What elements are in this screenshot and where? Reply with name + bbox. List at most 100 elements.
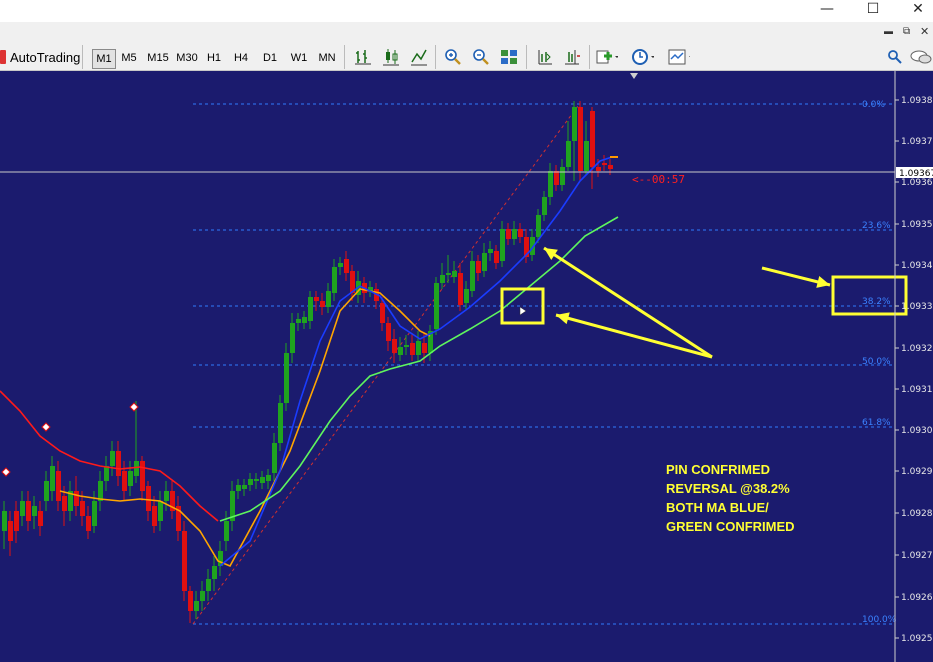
- search-icon[interactable]: [884, 46, 906, 68]
- timeframe-m30[interactable]: M30: [174, 49, 200, 67]
- candle-body: [254, 479, 259, 481]
- candle-body: [278, 403, 283, 443]
- timeframe-m15[interactable]: M15: [145, 49, 171, 67]
- zoom-in-icon[interactable]: [442, 46, 464, 68]
- candle-body: [2, 511, 7, 531]
- zoom-out-icon[interactable]: [470, 46, 492, 68]
- candle-body: [302, 317, 307, 323]
- candle-body: [14, 511, 19, 531]
- candle-body: [32, 506, 37, 516]
- candle-body: [410, 343, 415, 355]
- candle-body: [74, 491, 79, 506]
- candle-body: [446, 273, 451, 275]
- candle-body: [440, 275, 445, 283]
- candle-body: [44, 481, 49, 501]
- candle-body: [488, 249, 493, 253]
- maximize-icon: ☐: [866, 1, 880, 17]
- candle-body: [344, 259, 349, 273]
- price-label: 1.09375: [901, 137, 933, 147]
- signal-marker: [41, 422, 51, 432]
- sub-close-button[interactable]: ✕: [920, 25, 933, 38]
- candle-body: [194, 601, 199, 611]
- cursor-icon: [519, 306, 527, 316]
- candle-body: [416, 341, 421, 355]
- timeframe-d1[interactable]: D1: [260, 49, 280, 67]
- autotrading-button[interactable]: AutoTrading: [0, 47, 80, 67]
- chat-icon[interactable]: [910, 46, 932, 68]
- price-label: 1.09295: [901, 467, 933, 477]
- timeframe-label: M1: [96, 53, 112, 65]
- candle-body: [122, 471, 127, 491]
- candle-body: [236, 485, 241, 491]
- fib-level-label: 23.6%: [862, 221, 891, 231]
- annotation-line: BOTH MA BLUE/: [666, 500, 769, 515]
- close-button[interactable]: ✕: [903, 0, 933, 18]
- candle-body: [494, 251, 499, 263]
- candle-body: [560, 167, 565, 185]
- fib-level-label: 61.8%: [862, 418, 891, 428]
- candle-body: [104, 466, 109, 481]
- candle-body: [206, 579, 211, 591]
- sub-restore-button[interactable]: ⧉: [903, 26, 917, 38]
- periods-clock-icon[interactable]: [632, 46, 654, 68]
- minimize-icon: —: [820, 1, 834, 17]
- timeframe-label: H4: [233, 52, 249, 64]
- toolbar-separator: [435, 45, 436, 69]
- candle-body: [98, 481, 103, 501]
- candle-body: [62, 496, 67, 511]
- price-chart[interactable]: 0.0% 23.6% 38.2% 50.0% 61.8% 100.0% 1.09385 1.…: [0, 71, 933, 662]
- price-label: 1.09315: [901, 385, 933, 395]
- candle-body: [500, 229, 505, 261]
- timeframe-m1[interactable]: M1: [92, 49, 116, 69]
- indicators-icon[interactable]: [596, 46, 618, 68]
- candle-body: [572, 107, 577, 141]
- sub-minimize-button[interactable]: ▬: [884, 26, 898, 38]
- toolbar-separator: [344, 45, 345, 69]
- price-label: 1.09345: [901, 261, 933, 271]
- candlestick-icon[interactable]: [380, 46, 402, 68]
- candle-body: [596, 167, 601, 171]
- toolbar-separator: [526, 45, 527, 69]
- candle-body: [200, 591, 205, 601]
- ma-green-line: [219, 216, 619, 522]
- templates-icon[interactable]: [668, 46, 690, 68]
- candle-body: [242, 485, 247, 489]
- candle-body: [152, 506, 157, 526]
- candle-body: [20, 501, 25, 516]
- candle-body: [536, 215, 541, 237]
- timeframe-h4[interactable]: H4: [231, 49, 251, 67]
- timeframe-m5[interactable]: M5: [118, 49, 140, 67]
- candle-body: [482, 253, 487, 271]
- annotation-arrow-head: [816, 276, 830, 288]
- timeframe-label: M30: [176, 52, 198, 64]
- price-label: 1.09305: [901, 426, 933, 436]
- candle-body: [38, 511, 43, 526]
- candle-body: [188, 591, 193, 611]
- line-chart-icon[interactable]: [408, 46, 430, 68]
- candle-body: [212, 566, 217, 579]
- window-title-bar: — ☐ ✕: [0, 0, 933, 22]
- price-label: 1.09335: [901, 302, 933, 312]
- fib-level-label: 50.0%: [862, 357, 891, 367]
- minimize-button[interactable]: —: [812, 0, 842, 18]
- candle-body: [164, 491, 169, 501]
- bar-chart-icon[interactable]: [352, 46, 374, 68]
- candle-body: [392, 339, 397, 353]
- annotation-arrow: [555, 313, 713, 359]
- timeframe-mn[interactable]: MN: [315, 49, 339, 67]
- signal-marker: [1, 467, 11, 477]
- chart-shift-icon[interactable]: [533, 46, 555, 68]
- candle-body: [458, 273, 463, 305]
- annotation-line: GREEN CONFRIMED: [666, 519, 795, 534]
- candle-body: [422, 343, 427, 353]
- candle-body: [590, 111, 595, 167]
- candle-body: [602, 163, 607, 165]
- tile-windows-icon[interactable]: [498, 46, 520, 68]
- timeframe-h1[interactable]: H1: [204, 49, 224, 67]
- maximize-button[interactable]: ☐: [858, 0, 888, 18]
- candle-body: [182, 531, 187, 591]
- candle-body: [110, 451, 115, 466]
- candle-body: [578, 107, 583, 171]
- timeframe-w1[interactable]: W1: [288, 49, 310, 67]
- autoscroll-icon[interactable]: [561, 46, 583, 68]
